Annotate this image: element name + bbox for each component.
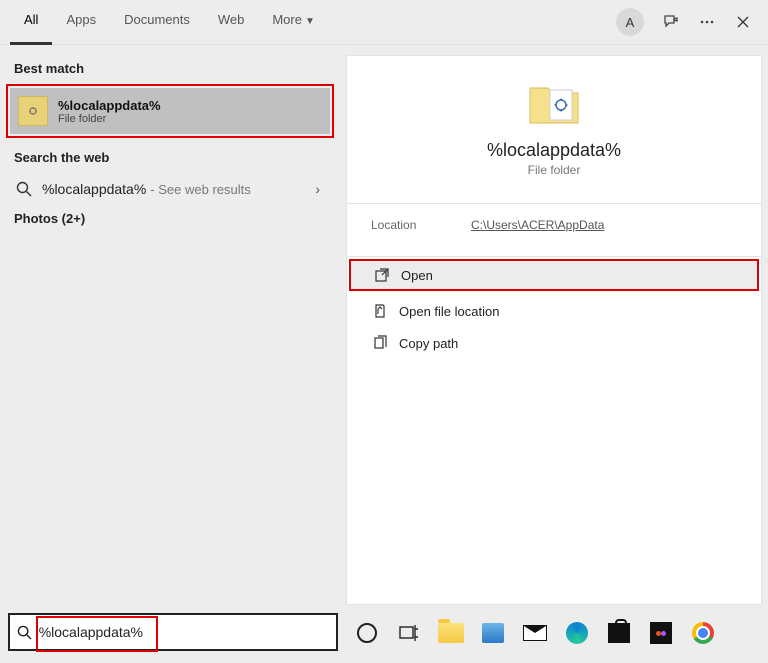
search-icon <box>16 625 33 640</box>
chrome-icon <box>692 622 714 644</box>
folder-icon <box>18 96 48 126</box>
taskbar-cortana[interactable] <box>354 620 380 646</box>
preview-title: %localappdata% <box>357 140 751 161</box>
feedback-icon[interactable] <box>656 7 686 37</box>
taskbar-mail[interactable] <box>522 620 548 646</box>
taskview-icon <box>399 624 419 642</box>
taskbar-docs[interactable] <box>480 620 506 646</box>
open-icon <box>371 267 393 283</box>
edge-icon <box>566 622 588 644</box>
action-open-location-label: Open file location <box>399 304 499 319</box>
chevron-right-icon: › <box>315 181 326 197</box>
taskbar <box>348 615 760 651</box>
action-copy-path-label: Copy path <box>399 336 458 351</box>
taskbar-explorer[interactable] <box>438 620 464 646</box>
actions: Open Open file location Copy path <box>347 259 761 359</box>
store-icon <box>608 623 630 643</box>
topbar-right: A <box>616 7 758 37</box>
folder-preview-icon <box>524 78 584 130</box>
mail-icon <box>523 625 547 641</box>
best-match-item[interactable]: %localappdata% File folder <box>10 88 330 134</box>
more-options-icon[interactable] <box>692 7 722 37</box>
tab-apps[interactable]: Apps <box>52 0 110 45</box>
circle-icon <box>357 623 377 643</box>
location-icon <box>369 303 391 319</box>
taskbar-figma[interactable] <box>648 620 674 646</box>
chevron-down-icon: ▼ <box>305 16 315 27</box>
taskbar-store[interactable] <box>606 620 632 646</box>
action-open-label: Open <box>401 268 433 283</box>
tab-all[interactable]: All <box>10 0 52 45</box>
web-result[interactable]: %localappdata% - See web results › <box>0 173 340 205</box>
tab-bar: All Apps Documents Web More▼ <box>10 0 329 45</box>
left-pane: Best match %localappdata% File folder Se… <box>0 45 340 605</box>
web-result-title: %localappdata% <box>42 181 146 197</box>
action-copy-path[interactable]: Copy path <box>347 327 761 359</box>
divider <box>347 256 761 257</box>
highlight-best-match: %localappdata% File folder <box>6 84 334 138</box>
search-bar[interactable] <box>8 613 338 651</box>
right-pane: %localappdata% File folder Location C:\U… <box>340 45 768 605</box>
user-avatar[interactable]: A <box>616 8 644 36</box>
tab-more[interactable]: More▼ <box>258 0 329 45</box>
folder-icon <box>438 623 464 643</box>
tab-documents[interactable]: Documents <box>110 0 204 45</box>
web-result-suffix: - See web results <box>150 182 250 197</box>
location-label: Location <box>371 218 471 232</box>
preview-block: %localappdata% File folder <box>347 56 761 193</box>
best-match-text: %localappdata% File folder <box>58 98 161 125</box>
search-panel: All Apps Documents Web More▼ A Best matc… <box>0 0 768 663</box>
close-icon[interactable] <box>728 7 758 37</box>
taskbar-chrome[interactable] <box>690 620 716 646</box>
location-value[interactable]: C:\Users\ACER\AppData <box>471 218 604 232</box>
docs-icon <box>482 623 504 643</box>
action-open[interactable]: Open <box>349 259 759 291</box>
location-row: Location C:\Users\ACER\AppData <box>347 204 761 246</box>
best-match-header: Best match <box>0 55 340 84</box>
content-area: Best match %localappdata% File folder Se… <box>0 45 768 605</box>
web-header: Search the web <box>0 144 340 173</box>
search-input[interactable] <box>39 624 330 640</box>
taskbar-edge[interactable] <box>564 620 590 646</box>
best-match-title: %localappdata% <box>58 98 161 113</box>
search-topbar: All Apps Documents Web More▼ A <box>0 0 768 45</box>
figma-icon <box>650 622 672 644</box>
search-icon <box>14 181 34 197</box>
best-match-subtitle: File folder <box>58 113 161 125</box>
tab-web[interactable]: Web <box>204 0 259 45</box>
photos-header[interactable]: Photos (2+) <box>0 205 340 234</box>
preview-subtitle: File folder <box>357 163 751 177</box>
preview-card: %localappdata% File folder Location C:\U… <box>346 55 762 605</box>
copy-icon <box>369 335 391 351</box>
taskbar-taskview[interactable] <box>396 620 422 646</box>
action-open-location[interactable]: Open file location <box>347 295 761 327</box>
